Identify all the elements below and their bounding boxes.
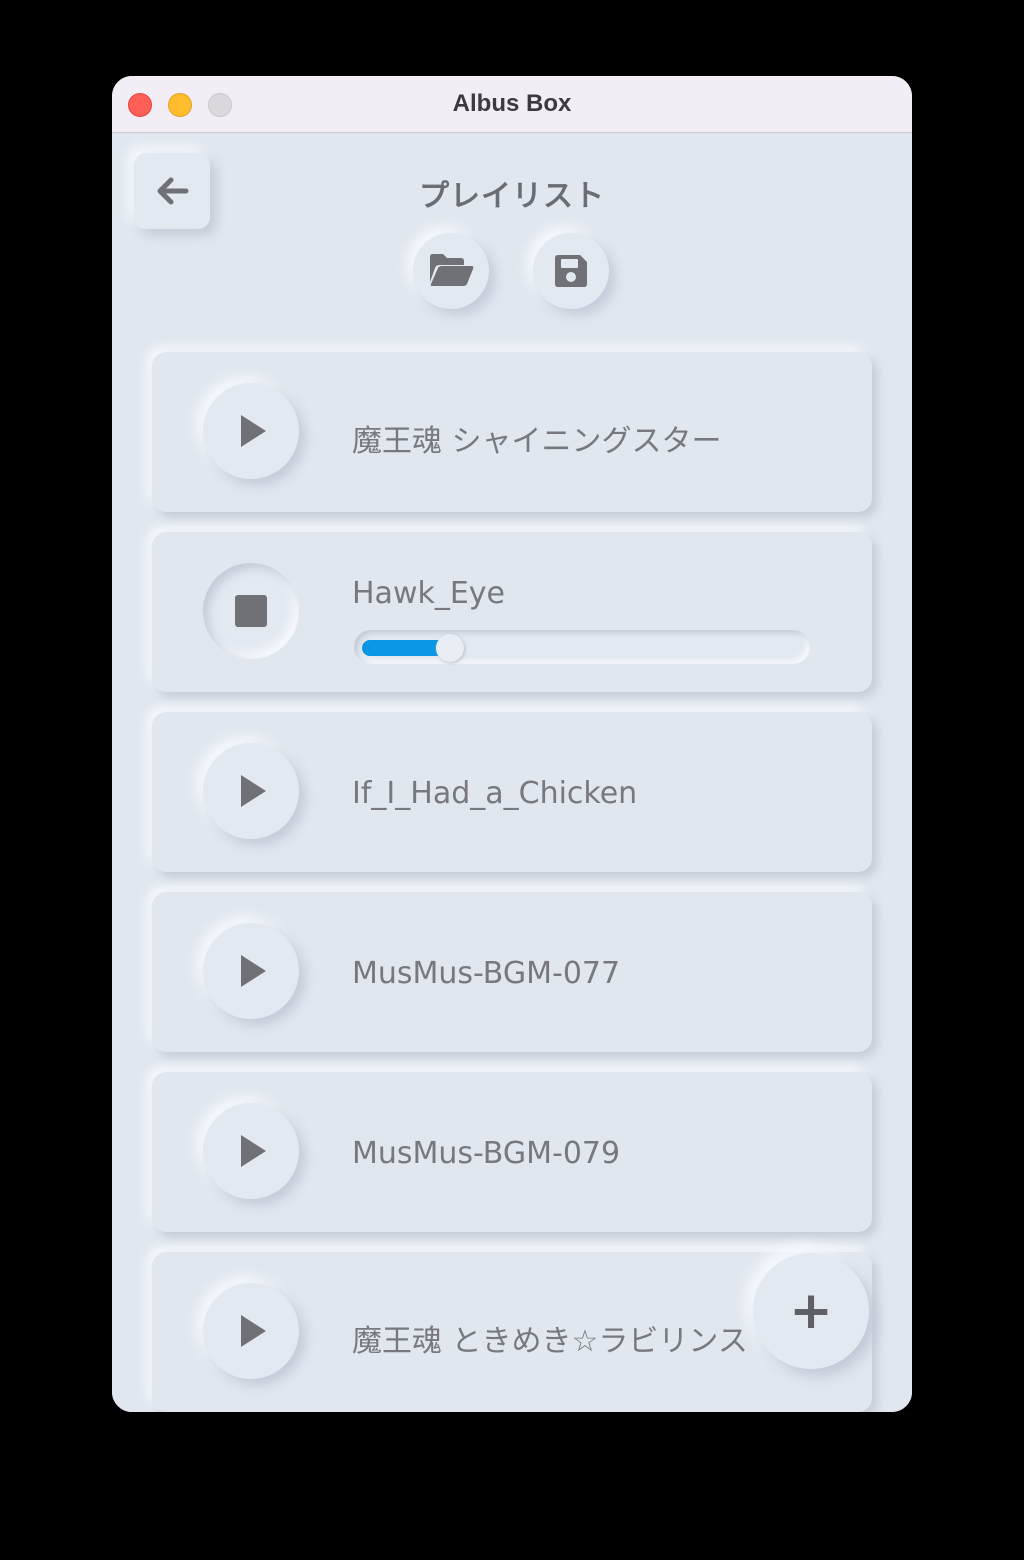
stop-button[interactable] xyxy=(203,563,299,659)
page-title: プレイリスト xyxy=(419,179,605,214)
track-name: MusMus-BGM-077 xyxy=(352,956,621,991)
floppy-disk-icon xyxy=(555,255,587,287)
play-icon xyxy=(241,775,266,807)
play-button[interactable] xyxy=(203,743,299,839)
track-name: 魔王魂 シャイニングスター xyxy=(352,424,722,459)
open-playlist-button[interactable] xyxy=(413,233,489,309)
play-button[interactable] xyxy=(203,1103,299,1199)
play-icon xyxy=(241,955,266,987)
app-window: Albus Box プレイリスト 魔王魂 シャイニングスター Hawk_Eye … xyxy=(112,76,912,1412)
folder-open-icon xyxy=(430,254,474,286)
track-name: MusMus-BGM-079 xyxy=(352,1136,621,1171)
save-playlist-button[interactable] xyxy=(533,233,609,309)
play-icon xyxy=(241,415,266,447)
stop-icon xyxy=(235,595,267,627)
track-item[interactable]: MusMus-BGM-077 xyxy=(152,892,872,1052)
track-name: 魔王魂 ときめき☆ラビリンス xyxy=(352,1324,748,1359)
track-item[interactable]: 魔王魂 シャイニングスター xyxy=(152,352,872,512)
progress-slider[interactable] xyxy=(354,630,810,664)
window-title: Albus Box xyxy=(452,90,572,117)
track-item[interactable]: If_I_Had_a_Chicken xyxy=(152,712,872,872)
add-track-button[interactable]: + xyxy=(753,1253,869,1369)
play-icon xyxy=(241,1135,266,1167)
title-bar: Albus Box xyxy=(112,76,912,133)
progress-handle[interactable] xyxy=(436,634,464,662)
play-icon xyxy=(241,1315,266,1347)
play-button[interactable] xyxy=(203,383,299,479)
track-name: Hawk_Eye xyxy=(352,576,506,611)
playlist-screen: プレイリスト 魔王魂 シャイニングスター Hawk_Eye If_I_Had_a… xyxy=(112,133,912,1412)
track-item[interactable]: Hawk_Eye xyxy=(152,532,872,692)
play-button[interactable] xyxy=(203,1283,299,1379)
track-item[interactable]: MusMus-BGM-079 xyxy=(152,1072,872,1232)
plus-icon: + xyxy=(789,1281,833,1341)
play-button[interactable] xyxy=(203,923,299,1019)
track-name: If_I_Had_a_Chicken xyxy=(352,776,638,811)
